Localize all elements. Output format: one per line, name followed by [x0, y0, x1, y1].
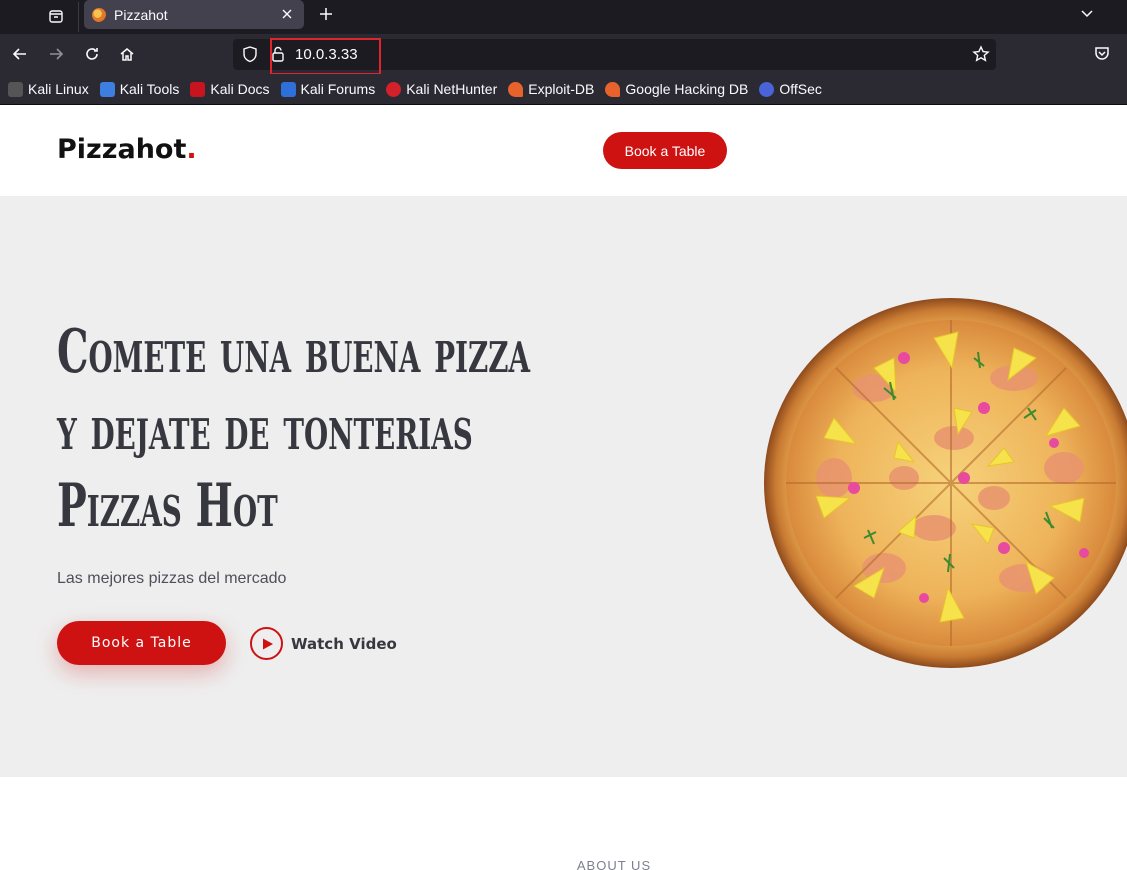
bookmark-kali-docs[interactable]: Kali Docs — [190, 81, 270, 97]
firefox-view-icon[interactable] — [40, 2, 72, 30]
back-arrow-icon[interactable] — [6, 40, 34, 68]
offsec-icon — [759, 81, 775, 97]
exploit-db-icon — [508, 81, 524, 97]
kali-forums-icon — [280, 81, 296, 97]
watch-video-label: Watch Video — [291, 634, 397, 653]
nethunter-icon — [386, 81, 402, 97]
kali-tools-icon — [99, 81, 115, 97]
active-tab[interactable]: Pizzahot — [84, 0, 304, 29]
forward-arrow-icon[interactable] — [42, 40, 70, 68]
pizza-image — [764, 298, 1127, 668]
ghdb-icon — [605, 81, 621, 97]
shield-icon[interactable] — [241, 45, 259, 63]
site-logo[interactable]: Pizzahot. — [57, 134, 197, 165]
browser-nav-bar: 10.0.3.33 — [0, 34, 1127, 75]
bookmark-kali-linux[interactable]: Kali Linux — [8, 81, 89, 97]
close-icon[interactable] — [278, 5, 296, 23]
pocket-icon[interactable] — [1093, 45, 1111, 63]
chevron-down-icon[interactable] — [1075, 1, 1099, 25]
hero-title: Comete una buena pizza y dejate de tonte… — [57, 314, 530, 545]
pizza-favicon-icon — [92, 7, 106, 22]
about-section-label: ABOUT US — [576, 858, 652, 870]
bookmark-exploit-db[interactable]: Exploit-DB — [508, 81, 594, 97]
browser-tab-bar: Pizzahot — [0, 0, 1127, 34]
header-book-table-button[interactable]: Book a Table — [603, 132, 727, 169]
bookmarks-toolbar: Kali Linux Kali Tools Kali Docs Kali For… — [0, 74, 1127, 105]
url-highlight-box — [270, 38, 381, 75]
hero-title-line: Pizzas Hot — [57, 471, 278, 541]
hero-subtitle: Las mejores pizzas del mercado — [57, 570, 287, 587]
hero-title-line: Comete una buena pizza — [57, 317, 530, 387]
reload-icon[interactable] — [78, 40, 106, 68]
site-header: Pizzahot. Book a Table — [0, 106, 1127, 196]
play-icon — [250, 627, 283, 660]
watch-video-link[interactable]: Watch Video — [250, 627, 397, 660]
kali-docs-icon — [190, 81, 206, 97]
bookmark-star-icon[interactable] — [972, 45, 990, 63]
url-bar[interactable]: 10.0.3.33 — [233, 38, 996, 75]
tab-divider — [78, 2, 79, 32]
hero-title-line: y dejate de tonterias — [57, 394, 473, 464]
kali-dragon-icon — [8, 81, 23, 97]
bookmark-kali-tools[interactable]: Kali Tools — [99, 81, 179, 97]
hero-section: Comete una buena pizza y dejate de tonte… — [0, 196, 1127, 777]
bookmark-kali-nethunter[interactable]: Kali NetHunter — [386, 81, 497, 97]
new-tab-plus-icon[interactable] — [314, 2, 338, 26]
home-icon[interactable] — [113, 40, 141, 68]
bookmark-google-hacking-db[interactable]: Google Hacking DB — [605, 81, 748, 97]
bookmark-kali-forums[interactable]: Kali Forums — [280, 81, 375, 97]
hero-book-table-button[interactable]: Book a Table — [57, 621, 226, 665]
bookmark-offsec[interactable]: OffSec — [759, 81, 822, 97]
tab-title: Pizzahot — [114, 6, 168, 23]
